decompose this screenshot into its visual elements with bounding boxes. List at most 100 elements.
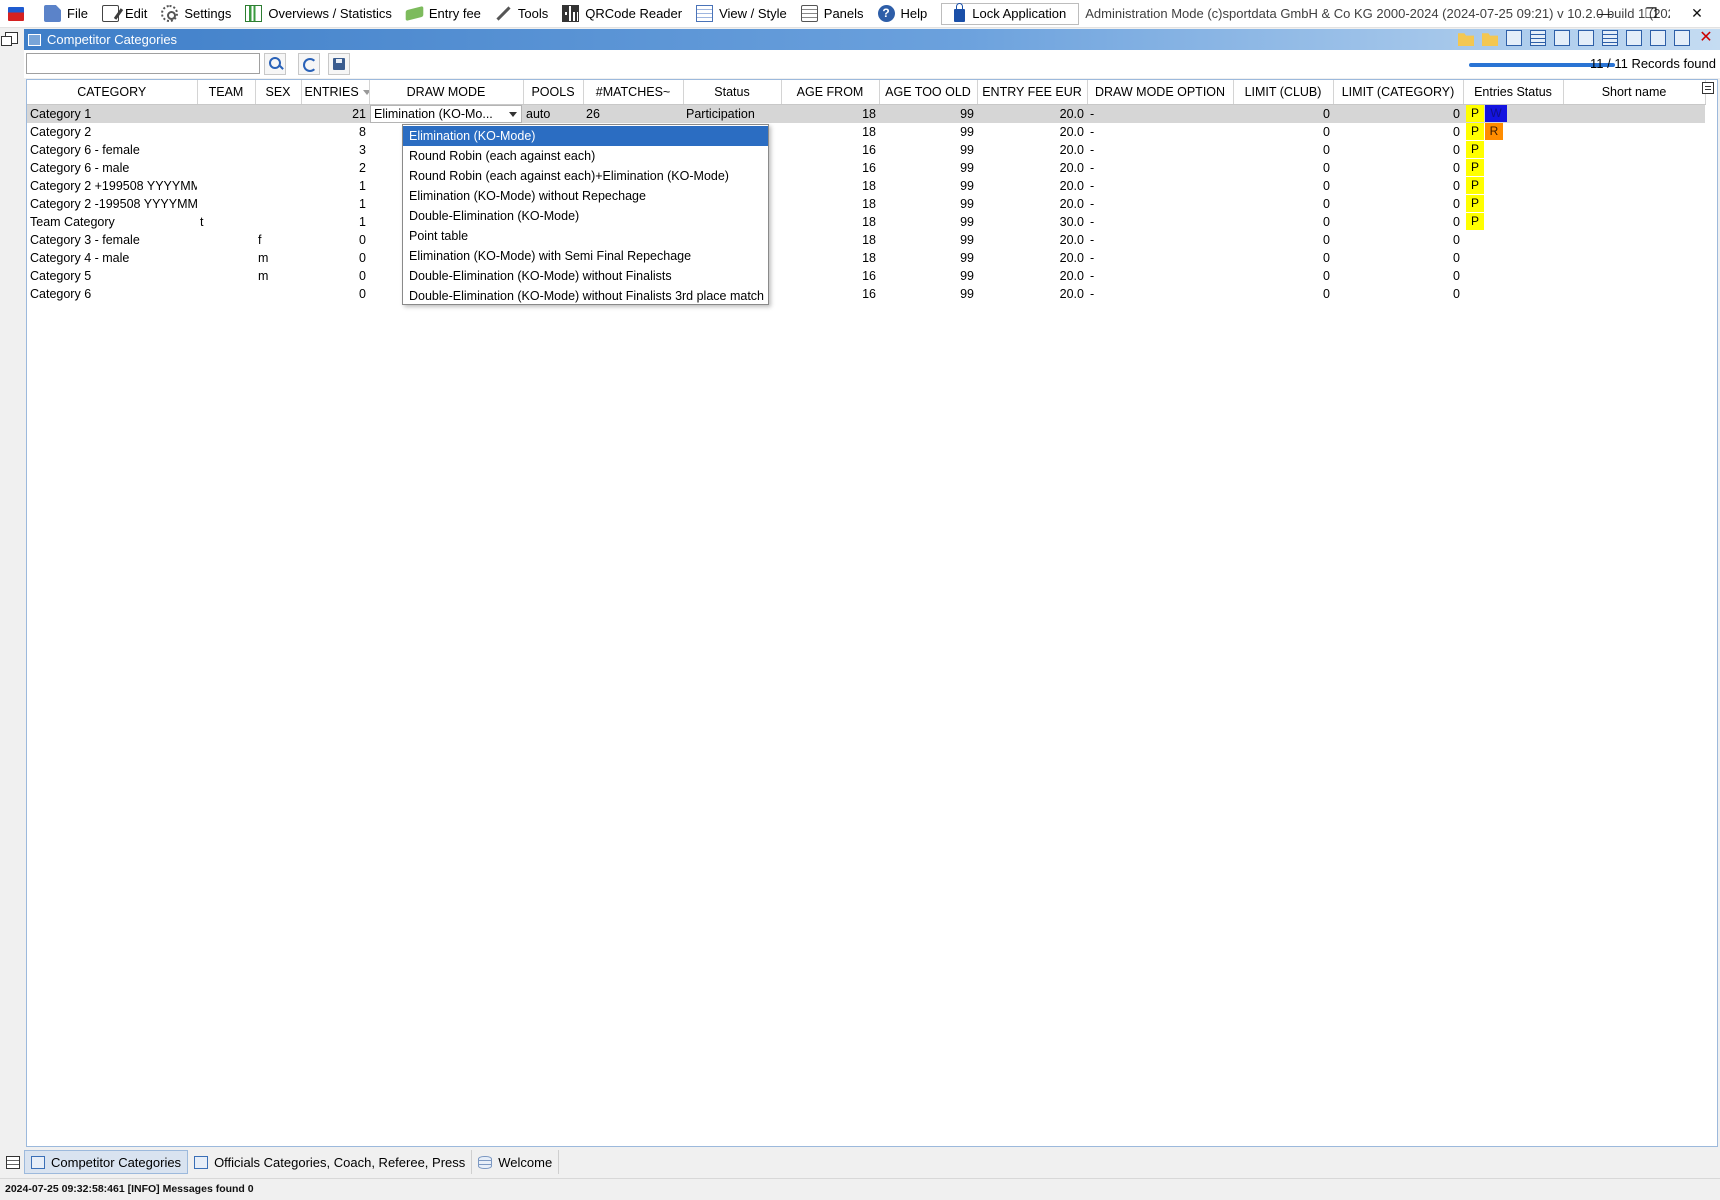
cell-sex[interactable]: f (255, 231, 301, 249)
cell-entries[interactable]: 0 (301, 285, 369, 303)
search-button[interactable] (264, 53, 286, 75)
cell-sex[interactable] (255, 285, 301, 303)
column-header-draw-mode-option[interactable]: DRAW MODE OPTION (1087, 80, 1234, 105)
cell-age-from[interactable]: 16 (781, 267, 879, 285)
column-header-pools[interactable]: POOLS (523, 80, 584, 105)
cell-badges[interactable]: P (1463, 140, 1563, 159)
cell-age-too-old[interactable]: 99 (879, 123, 977, 141)
cell-age-too-old[interactable]: 99 (879, 285, 977, 303)
list-icon[interactable] (1530, 30, 1546, 46)
cell-sex[interactable] (255, 141, 301, 159)
cell-limit-club[interactable]: 0 (1233, 267, 1333, 285)
cell-matches[interactable]: 26 (583, 104, 683, 123)
table-row[interactable]: Category 2 +199508 YYYYMM1ation189920.0-… (27, 176, 1705, 195)
column-header-draw-mode[interactable]: DRAW MODE (369, 80, 524, 105)
cell-draw-option[interactable]: - (1087, 123, 1233, 141)
cell-limit-cat[interactable]: 0 (1333, 285, 1463, 303)
columns-icon[interactable] (1578, 30, 1594, 46)
menu-file[interactable]: File (44, 0, 88, 28)
cell-short[interactable] (1563, 104, 1705, 123)
cell-category[interactable]: Category 6 (27, 285, 197, 303)
cell-fee[interactable]: 20.0 (977, 141, 1087, 159)
draw-mode-option[interactable]: Double-Elimination (KO-Mode) without Fin… (403, 266, 768, 286)
cell-short[interactable] (1563, 159, 1705, 177)
cell-limit-cat[interactable]: 0 (1333, 249, 1463, 267)
cell-badges[interactable]: P (1463, 158, 1563, 177)
cell-limit-cat[interactable]: 0 (1333, 123, 1463, 141)
menu-qrcode-reader[interactable]: QRCode Reader (562, 0, 682, 28)
cell-draw-option[interactable]: - (1087, 104, 1233, 123)
cell-limit-cat[interactable]: 0 (1333, 231, 1463, 249)
menu-edit[interactable]: Edit (101, 0, 147, 28)
cell-category[interactable]: Category 2 +199508 YYYYMM (27, 177, 197, 195)
cell-entries[interactable]: 2 (301, 159, 369, 177)
cell-entries[interactable]: 1 (301, 177, 369, 195)
cell-short[interactable] (1563, 123, 1705, 141)
cell-limit-cat[interactable]: 0 (1333, 104, 1463, 123)
column-header-age-from[interactable]: AGE FROM (781, 80, 880, 105)
table-icon[interactable] (1650, 30, 1666, 46)
cell-fee[interactable]: 20.0 (977, 123, 1087, 141)
draw-mode-option[interactable]: Elimination (KO-Mode) with Semi Final Re… (403, 246, 768, 266)
tab-competitor-categories[interactable]: Competitor Categories (24, 1150, 189, 1174)
cell-team[interactable] (197, 104, 255, 123)
cell-sex[interactable] (255, 195, 301, 213)
menu-panels[interactable]: Panels (800, 0, 864, 28)
draw-mode-option[interactable]: Round Robin (each against each)+Eliminat… (403, 166, 768, 186)
cell-draw-option[interactable]: - (1087, 249, 1233, 267)
cell-limit-cat[interactable]: 0 (1333, 141, 1463, 159)
cell-age-from[interactable]: 18 (781, 231, 879, 249)
cell-age-from[interactable]: 18 (781, 213, 879, 231)
table-row[interactable]: Category 5m0ation169920.0-00 (27, 267, 1705, 285)
cell-age-from[interactable]: 16 (781, 285, 879, 303)
column-header-matches[interactable]: #MATCHES~ (583, 80, 684, 105)
cell-draw-mode[interactable]: Elimination (KO-Mo... (369, 104, 523, 123)
cell-age-from[interactable]: 18 (781, 195, 879, 213)
cell-draw-option[interactable]: - (1087, 267, 1233, 285)
cell-age-from[interactable]: 18 (781, 123, 879, 141)
tab-list-icon[interactable] (6, 1155, 20, 1169)
cell-entries[interactable]: 0 (301, 267, 369, 285)
cell-limit-cat[interactable]: 0 (1333, 213, 1463, 231)
chevron-down-icon[interactable] (509, 111, 517, 117)
cell-fee[interactable]: 20.0 (977, 177, 1087, 195)
column-header-limit-category[interactable]: LIMIT (CATEGORY) (1333, 80, 1464, 105)
cell-draw-option[interactable]: - (1087, 213, 1233, 231)
cell-age-too-old[interactable]: 99 (879, 177, 977, 195)
cell-age-from[interactable]: 16 (781, 159, 879, 177)
cell-sex[interactable] (255, 177, 301, 195)
cell-badges[interactable]: PR (1463, 122, 1563, 141)
cell-draw-option[interactable]: - (1087, 231, 1233, 249)
cell-limit-club[interactable]: 0 (1233, 123, 1333, 141)
cell-age-too-old[interactable]: 99 (879, 231, 977, 249)
restore-panels-icon[interactable] (1, 32, 18, 46)
cell-limit-club[interactable]: 0 (1233, 159, 1333, 177)
cell-age-too-old[interactable]: 99 (879, 249, 977, 267)
cell-entries[interactable]: 3 (301, 141, 369, 159)
table-row[interactable]: Category 1 21 Elimination (KO-Mo... auto 26 P… (27, 104, 1705, 123)
draw-mode-option[interactable]: Double-Elimination (KO-Mode) without Fin… (403, 286, 768, 306)
cell-limit-cat[interactable]: 0 (1333, 195, 1463, 213)
column-chooser-icon[interactable] (1702, 82, 1714, 94)
cell-sex[interactable]: m (255, 249, 301, 267)
cell-team[interactable] (197, 123, 255, 141)
minimize-button[interactable]: — (1582, 0, 1628, 28)
draw-mode-combobox[interactable]: Elimination (KO-Mo... (370, 104, 522, 123)
table-row[interactable]: Category 4 - malem0ation189920.0-00 (27, 249, 1705, 267)
cell-short[interactable] (1563, 195, 1705, 213)
cell-fee[interactable]: 20.0 (977, 267, 1087, 285)
column-header-category[interactable]: CATEGORY (27, 80, 198, 105)
cell-limit-cat[interactable]: 0 (1333, 159, 1463, 177)
draw-mode-option[interactable]: Elimination (KO-Mode) without Repechage (403, 186, 768, 206)
cell-limit-cat[interactable]: 0 (1333, 177, 1463, 195)
cell-category[interactable]: Category 5 (27, 267, 197, 285)
cell-team[interactable] (197, 267, 255, 285)
draw-mode-option[interactable]: Round Robin (each against each) (403, 146, 768, 166)
cell-draw-option[interactable]: - (1087, 285, 1233, 303)
column-header-sex[interactable]: SEX (255, 80, 302, 105)
cell-short[interactable] (1563, 267, 1705, 285)
cell-short[interactable] (1563, 249, 1705, 267)
cell-fee[interactable]: 20.0 (977, 249, 1087, 267)
cell-fee[interactable]: 30.0 (977, 213, 1087, 231)
cell-age-too-old[interactable]: 99 (879, 159, 977, 177)
